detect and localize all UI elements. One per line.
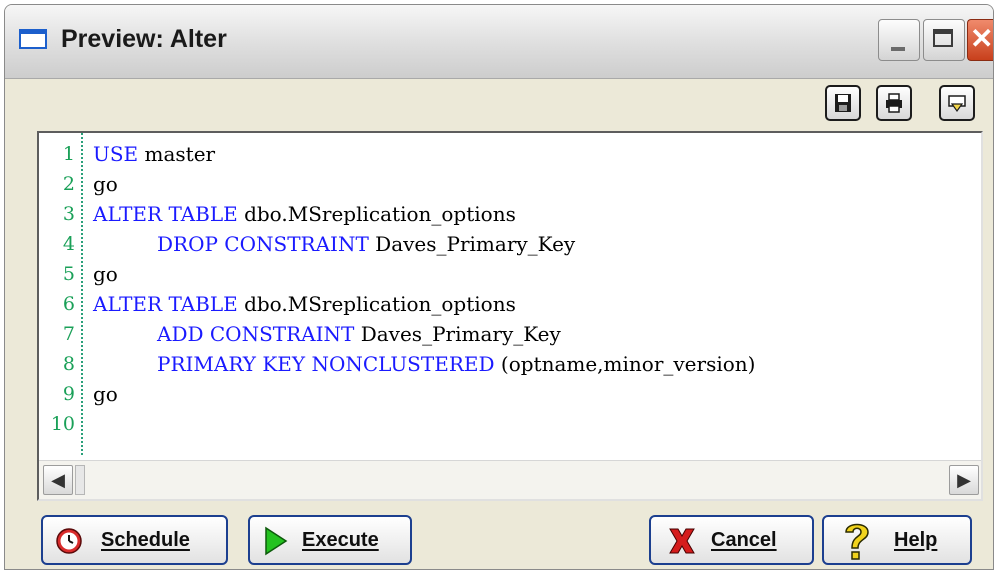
- scroll-thumb[interactable]: [75, 465, 85, 495]
- save-icon: [835, 94, 851, 112]
- export-button[interactable]: [939, 85, 975, 121]
- sql-keyword: PRIMARY KEY NONCLUSTERED: [157, 352, 495, 376]
- sql-text: (optname,minor_version): [494, 352, 756, 376]
- code-text: DROP CONSTRAINT Daves_Primary_Key: [157, 229, 575, 259]
- clock-icon: [56, 528, 82, 554]
- code-text: go: [93, 379, 118, 409]
- code-text: go: [93, 259, 118, 289]
- window-title: Preview: Alter: [61, 25, 227, 53]
- sql-keyword: USE: [93, 142, 139, 166]
- code-text: ALTER TABLE dbo.MSreplication_options: [93, 289, 516, 319]
- code-text: USE master: [93, 139, 215, 169]
- sql-text: master: [138, 142, 216, 166]
- sql-keyword: ADD CONSTRAINT: [157, 322, 355, 346]
- schedule-label: Schedule: [101, 529, 190, 551]
- save-button[interactable]: [825, 85, 861, 121]
- sql-text: Daves_Primary_Key: [354, 322, 561, 346]
- sql-text: dbo.MSreplication_options: [237, 292, 516, 316]
- line-number: 9: [62, 383, 75, 405]
- sql-text: go: [93, 262, 118, 286]
- cancel-button[interactable]: Cancel: [649, 515, 814, 565]
- print-icon: [886, 93, 902, 113]
- horizontal-scrollbar[interactable]: ◀ ▶: [39, 460, 981, 499]
- sql-text: dbo.MSreplication_options: [237, 202, 516, 226]
- line-number: 6: [62, 293, 75, 315]
- sql-text: Daves_Primary_Key: [368, 232, 576, 256]
- close-icon: ✕: [970, 23, 994, 54]
- execute-label: Execute: [302, 529, 379, 551]
- cancel-x-icon: [669, 528, 695, 554]
- code-text: PRIMARY KEY NONCLUSTERED (optname,minor_…: [157, 349, 755, 379]
- sql-text: go: [93, 382, 118, 406]
- line-number: 3: [62, 203, 75, 225]
- question-mark-icon: [845, 523, 869, 560]
- title-bar[interactable]: Preview: Alter ✕: [5, 5, 993, 79]
- minimize-button[interactable]: [878, 19, 920, 61]
- print-button[interactable]: [876, 85, 912, 121]
- close-button[interactable]: ✕: [967, 19, 994, 61]
- cancel-label: Cancel: [711, 529, 777, 551]
- maximize-icon: [933, 29, 953, 47]
- sql-keyword: ALTER TABLE: [93, 292, 238, 316]
- sql-keyword: DROP CONSTRAINT: [157, 232, 369, 256]
- schedule-button[interactable]: Schedule: [41, 515, 228, 565]
- export-icon: [948, 95, 966, 113]
- sql-preview-editor[interactable]: 1 USE master 2 go 3 ALTER TABLE dbo.MSreplica…: [37, 131, 983, 501]
- sql-keyword: ALTER TABLE: [93, 202, 238, 226]
- scroll-left-button[interactable]: ◀: [43, 465, 73, 495]
- line-number: 2: [62, 173, 75, 195]
- sql-text: go: [93, 172, 118, 196]
- play-icon: [265, 526, 288, 556]
- code-text: go: [93, 169, 118, 199]
- help-button[interactable]: Help: [822, 515, 972, 565]
- window-icon: [19, 29, 47, 49]
- line-number: 1: [62, 143, 75, 165]
- line-number: 10: [50, 413, 75, 435]
- line-number: 5: [62, 263, 75, 285]
- preview-window: Preview: Alter ✕ 1 USE master 2 go 3 ALTER TA…: [4, 4, 994, 570]
- execute-button[interactable]: Execute: [248, 515, 412, 565]
- line-number: 4: [62, 233, 75, 255]
- minimize-icon: [891, 47, 905, 51]
- line-number: 7: [62, 323, 75, 345]
- help-label: Help: [894, 529, 938, 551]
- scroll-right-button[interactable]: ▶: [949, 465, 979, 495]
- line-number: 8: [62, 353, 75, 375]
- code-text: ALTER TABLE dbo.MSreplication_options: [93, 199, 516, 229]
- maximize-button[interactable]: [923, 19, 965, 61]
- code-text: ADD CONSTRAINT Daves_Primary_Key: [157, 319, 561, 349]
